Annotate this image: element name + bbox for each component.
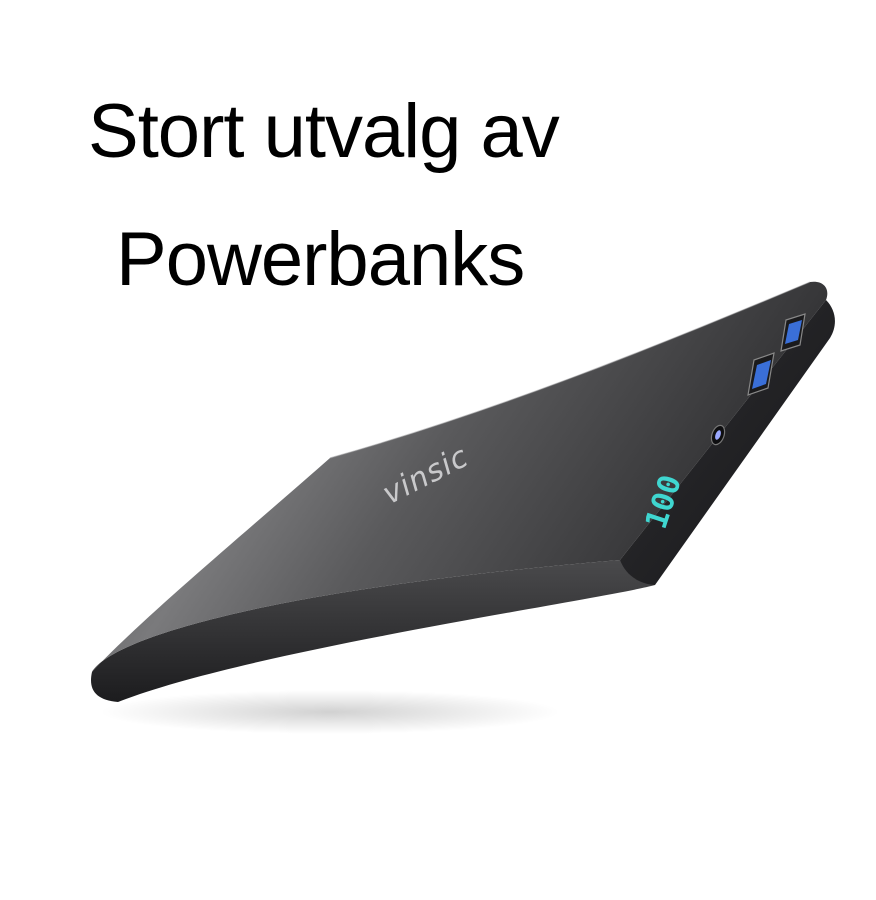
drop-shadow — [100, 690, 560, 734]
powerbank-image: 100 vinsic — [91, 281, 835, 734]
banner: Stort utvalg av Powerbanks 100 vinsic — [0, 0, 876, 900]
